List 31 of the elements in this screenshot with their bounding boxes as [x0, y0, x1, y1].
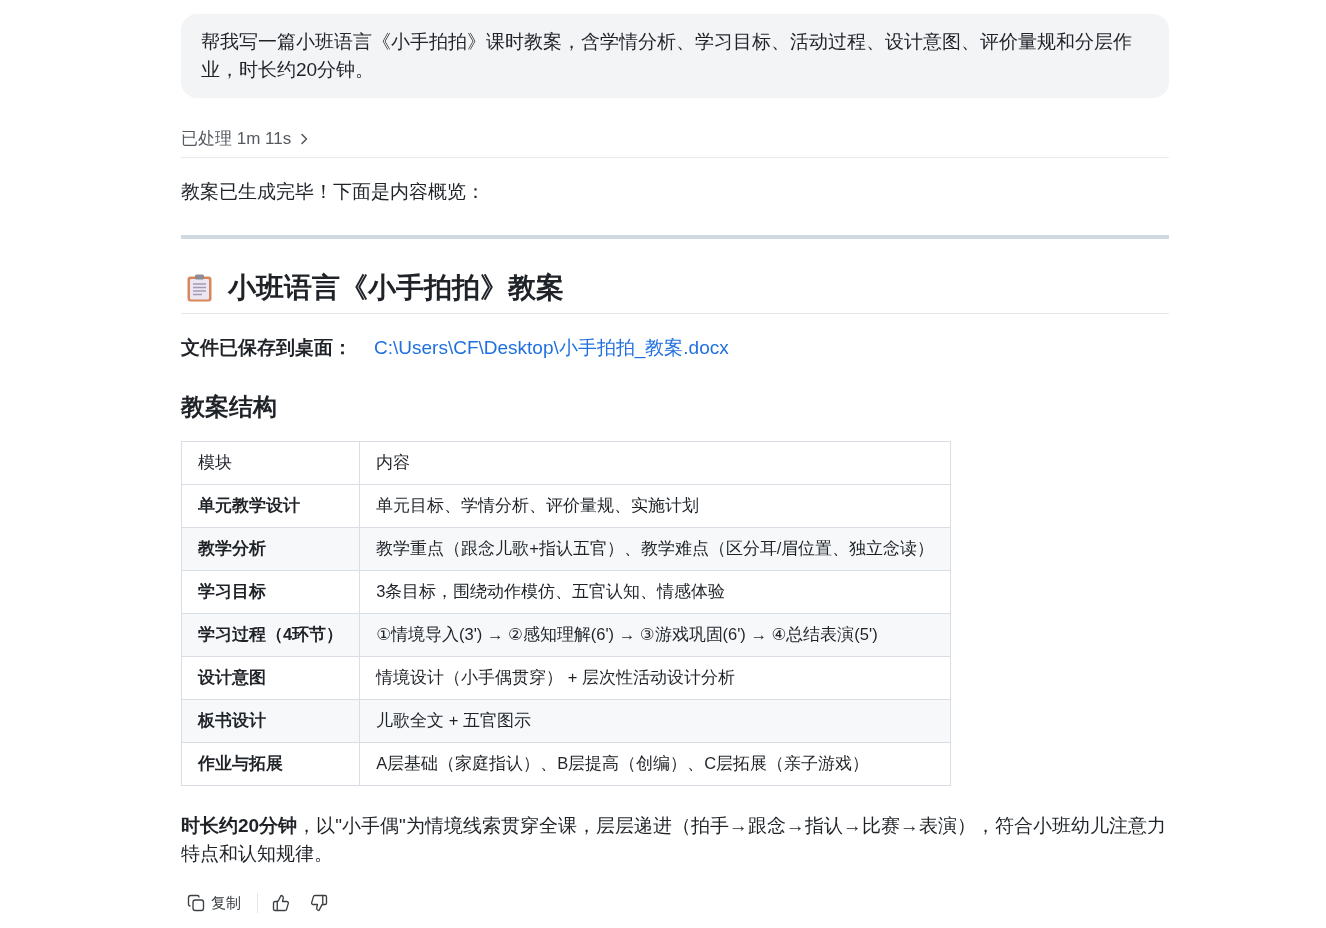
table-cell: 学习过程（4环节） [181, 613, 360, 657]
table-cell: 设计意图 [181, 656, 360, 700]
thumbs-up-icon [272, 894, 290, 912]
document-title: 小班语言《小手拍拍》教案 [228, 271, 564, 305]
user-message-bubble: 帮我写一篇小班语言《小手拍拍》课时教案，含学情分析、学习目标、活动过程、设计意图、评价量规和分层作业，时长约20分钟。 [181, 14, 1169, 98]
table-cell: 学习目标 [181, 570, 360, 614]
file-path-link[interactable]: C:\Users\CF\Desktop\小手拍拍_教案.docx [374, 334, 729, 362]
processing-toggle[interactable]: 已处理 1m 11s [181, 127, 312, 151]
thumbs-down-icon [310, 894, 328, 912]
table-cell: 儿歌全文 + 五官图示 [359, 699, 951, 743]
header-cell: 模块 [181, 441, 360, 485]
like-button[interactable] [272, 894, 290, 912]
file-saved-label: 文件已保存到桌面： [181, 336, 352, 360]
table-cell: 单元目标、学情分析、评价量规、实施计划 [359, 484, 951, 528]
table-cell: 板书设计 [181, 699, 360, 743]
table-cell: A层基础（家庭指认）、B层提高（创编）、C层拓展（亲子游戏） [359, 742, 951, 786]
table-cell: 3条目标，围绕动作模仿、五官认知、情感体验 [359, 570, 951, 614]
table-cell: 教学重点（跟念儿歌+指认五官）、教学难点（区分耳/眉位置、独立念读） [359, 527, 951, 571]
summary-paragraph: 时长约20分钟，以"小手偶"为情境线索贯穿全课，层层递进（拍手→跟念→指认→比赛→表演），符合小班幼儿注意力特点和认知规律。 [181, 814, 1167, 866]
copy-icon [187, 894, 205, 912]
header-cell: 内容 [359, 441, 951, 485]
table-cell: 教学分析 [181, 527, 360, 571]
table-cell: 单元教学设计 [181, 484, 360, 528]
table-cell: 情境设计（小手偶贯穿） + 层次性活动设计分析 [359, 656, 951, 700]
dislike-button[interactable] [310, 894, 328, 912]
intro-text: 教案已生成完毕！下面是内容概览： [181, 180, 486, 204]
table-cell: 作业与拓展 [181, 742, 360, 786]
section-heading: 教案结构 [181, 393, 278, 422]
table-cell: ①情境导入(3') → ②感知理解(6') → ③游戏巩固(6') → ④总结表演(5') [359, 613, 951, 657]
copy-button[interactable]: 复制 [187, 893, 241, 913]
clipboard-icon [187, 274, 212, 302]
